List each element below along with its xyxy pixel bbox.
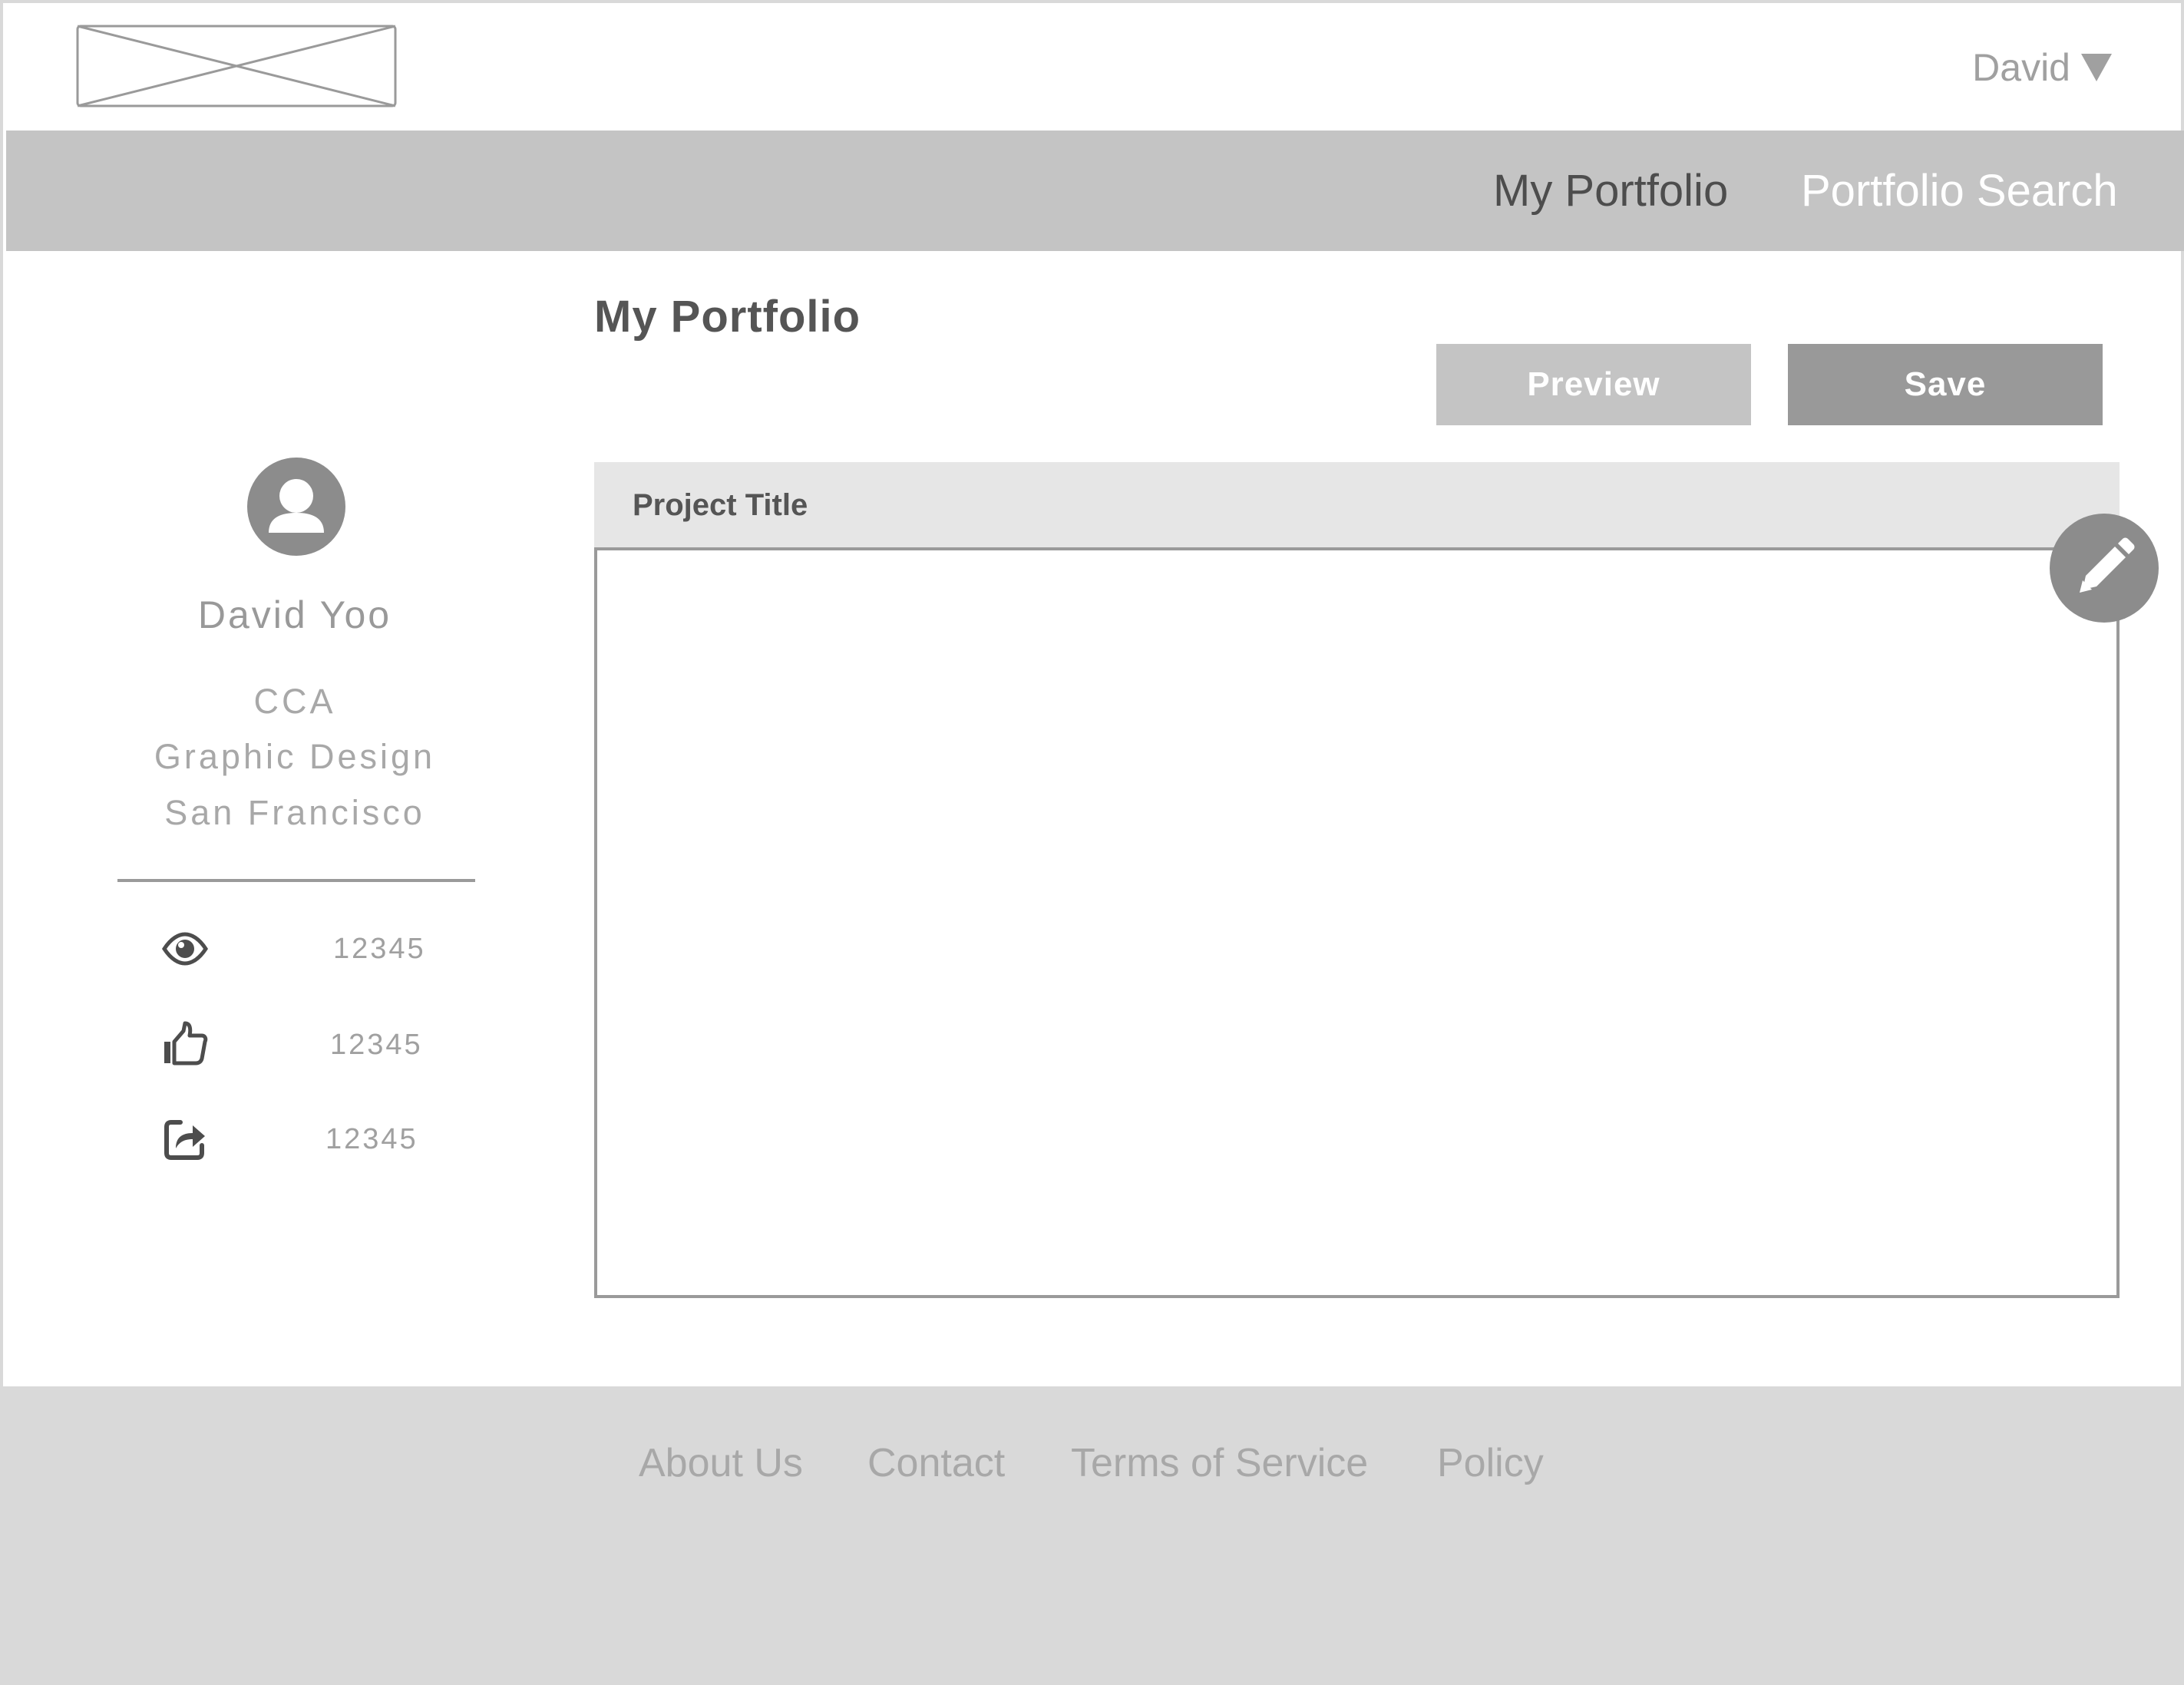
footer-terms-link[interactable]: Terms of Service [1071,1440,1368,1486]
page-title: My Portfolio [594,292,861,342]
project-header: Project Title [594,462,2120,548]
project-title[interactable]: Project Title [633,488,808,523]
shares-count: 12345 [325,1123,418,1155]
footer-policy-link[interactable]: Policy [1437,1440,1544,1486]
sidebar-divider [117,879,475,882]
caret-down-icon [2081,54,2112,81]
share-icon [162,1116,208,1162]
profile-location: San Francisco [164,793,425,832]
user-menu[interactable]: David [1972,45,2113,90]
eye-icon [162,926,208,972]
edit-project-button[interactable] [2050,514,2159,623]
footer-about-us-link[interactable]: About Us [639,1440,803,1486]
preview-button[interactable]: Preview [1436,344,1751,425]
pencil-icon [2080,537,2135,593]
user-menu-label: David [1972,46,2070,89]
footer: About Us Contact Terms of Service Policy [0,1386,2184,1685]
nav-portfolio-search[interactable]: Portfolio Search [1801,164,2118,218]
project-content-area[interactable] [594,547,2120,1298]
thumbs-up-icon [162,1020,208,1066]
footer-contact-link[interactable]: Contact [867,1440,1005,1486]
profile-school: CCA [253,682,336,721]
avatar-icon [247,458,345,556]
save-button[interactable]: Save [1788,344,2103,425]
main-navbar: My Portfolio Portfolio Search [6,131,2184,251]
likes-count: 12345 [330,1029,423,1061]
nav-my-portfolio[interactable]: My Portfolio [1493,164,1728,218]
logo-placeholder[interactable] [76,25,397,107]
profile-name: David Yoo [197,593,392,636]
profile-major: Graphic Design [154,737,436,776]
views-count: 12345 [333,933,426,965]
